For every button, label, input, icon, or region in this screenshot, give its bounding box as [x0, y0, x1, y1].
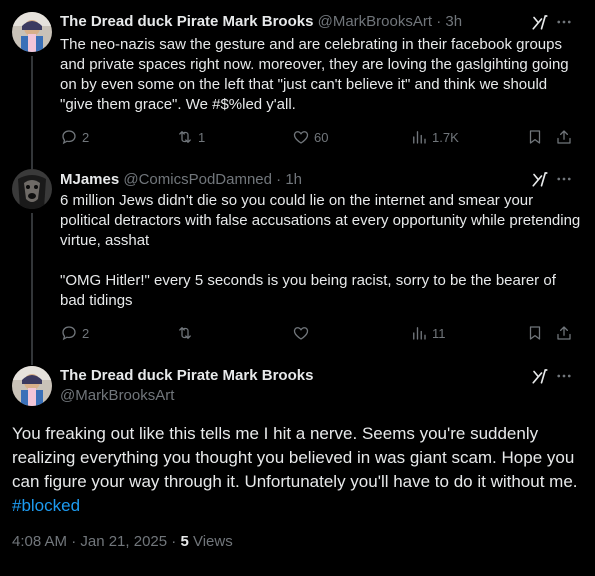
separator: ·	[171, 533, 177, 550]
post-time[interactable]: 1h	[285, 171, 302, 188]
reply-button[interactable]: 2	[60, 323, 89, 343]
separator: ·	[436, 13, 442, 30]
views-button[interactable]: 1.7K	[410, 127, 459, 147]
author-name[interactable]: The Dread duck Pirate Mark Brooks	[60, 366, 313, 386]
post-meta: 4:08 AM · Jan 21, 2025 · 5 Views	[12, 532, 233, 552]
author-handle[interactable]: @MarkBrooksArt	[318, 13, 432, 30]
post-timestamp[interactable]: 4:08 AM · Jan 21, 2025	[12, 533, 167, 550]
more-icon[interactable]	[555, 13, 573, 31]
separator: ·	[276, 171, 282, 188]
repost-button[interactable]	[176, 323, 198, 343]
bookmark-icon	[526, 128, 544, 146]
post-header: The Dread duck Pirate Mark Brooks @MarkB…	[60, 12, 535, 32]
avatar[interactable]	[12, 169, 52, 209]
views-count: 11	[432, 325, 446, 341]
reply-post-1[interactable]: The Dread duck Pirate Mark Brooks @MarkB…	[0, 0, 595, 165]
share-icon	[555, 324, 573, 342]
post-text: The neo-nazis saw the gesture and are ce…	[60, 36, 569, 113]
views-icon	[410, 324, 428, 342]
author-name[interactable]: The Dread duck Pirate Mark Brooks	[60, 13, 313, 30]
post-time[interactable]: 3h	[445, 13, 462, 30]
action-bar: 2 11	[60, 323, 581, 343]
repost-count: 1	[198, 129, 206, 145]
bookmark-button[interactable]	[526, 127, 544, 147]
views-count: 5	[180, 533, 189, 550]
reply-icon	[60, 128, 78, 146]
like-count: 60	[314, 129, 329, 145]
author-handle[interactable]: @ComicsPodDamned	[123, 171, 272, 188]
views-label: Views	[192, 533, 233, 550]
share-button[interactable]	[555, 323, 573, 343]
thread-line	[31, 355, 33, 365]
repost-icon	[176, 128, 194, 146]
repost-icon	[176, 324, 194, 342]
post-header: MJames @ComicsPodDamned · 1h	[60, 170, 535, 190]
post-text: 6 million Jews didn't die so you could l…	[60, 192, 581, 309]
grok-icon[interactable]	[531, 367, 549, 385]
reply-count: 2	[82, 325, 90, 341]
author-name[interactable]: MJames	[60, 171, 119, 188]
bookmark-icon	[526, 324, 544, 342]
repost-button[interactable]: 1	[176, 127, 205, 147]
avatar[interactable]	[12, 366, 52, 406]
share-icon	[555, 128, 573, 146]
views-icon	[410, 128, 428, 146]
hashtag-link[interactable]: #blocked	[12, 496, 80, 515]
thread-line	[31, 213, 33, 355]
more-icon[interactable]	[555, 170, 573, 188]
main-post-body: You freaking out like this tells me I hi…	[12, 424, 578, 491]
thread-line	[31, 56, 33, 165]
more-icon[interactable]	[555, 367, 573, 385]
reply-icon	[60, 324, 78, 342]
like-icon	[292, 128, 310, 146]
views-count: 1.7K	[432, 129, 459, 145]
views-button[interactable]: 11	[410, 323, 446, 343]
action-bar: 2 1 60 1.7K	[60, 127, 581, 147]
like-button[interactable]	[292, 323, 314, 343]
author-handle[interactable]: @MarkBrooksArt	[60, 386, 174, 406]
grok-icon[interactable]	[531, 170, 549, 188]
reply-count: 2	[82, 129, 90, 145]
like-icon	[292, 324, 310, 342]
share-button[interactable]	[555, 127, 573, 147]
like-button[interactable]: 60	[292, 127, 328, 147]
bookmark-button[interactable]	[526, 323, 544, 343]
reply-post-2[interactable]: MJames @ComicsPodDamned · 1h 6 million J…	[0, 165, 595, 355]
reply-button[interactable]: 2	[60, 127, 89, 147]
main-post-text: You freaking out like this tells me I hi…	[12, 422, 582, 518]
avatar[interactable]	[12, 12, 52, 52]
grok-icon[interactable]	[531, 13, 549, 31]
